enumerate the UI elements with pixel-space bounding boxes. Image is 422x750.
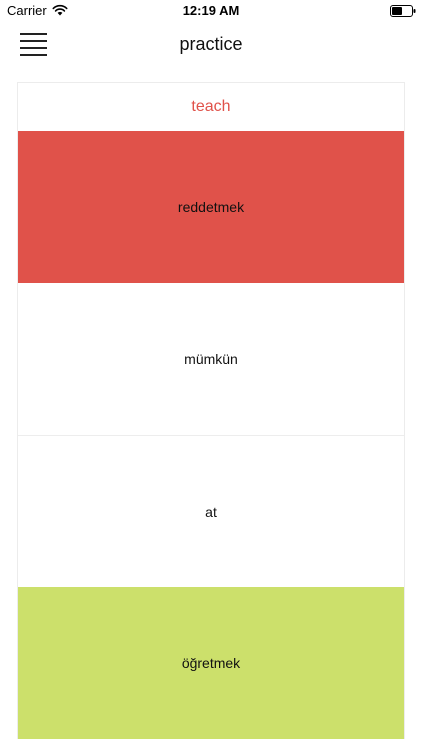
answer-option-mumkun[interactable]: mümkün xyxy=(18,283,404,435)
answer-option-reddetmek[interactable]: reddetmek xyxy=(18,131,404,283)
status-bar: Carrier 12:19 AM xyxy=(0,0,422,22)
answer-option-at[interactable]: at xyxy=(18,435,404,587)
navigation-bar: practice xyxy=(0,22,422,66)
battery-icon xyxy=(390,5,416,17)
page-title: practice xyxy=(179,34,243,54)
answer-option-ogretmek[interactable]: öğretmek xyxy=(18,587,404,739)
status-time: 12:19 AM xyxy=(182,3,240,18)
practice-card: teach reddetmek mümkün at öğretmek xyxy=(17,82,405,739)
prompt-word: teach xyxy=(191,98,231,115)
